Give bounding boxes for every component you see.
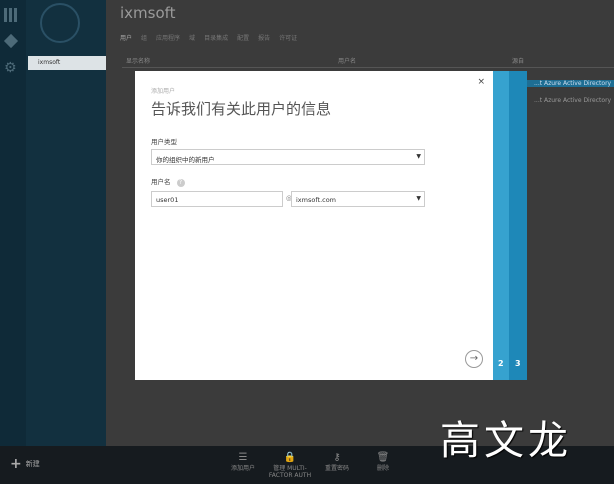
back-button[interactable] [40,3,80,43]
gear-icon[interactable]: ⚙ [4,60,17,76]
close-button[interactable]: × [477,77,485,87]
watermark: 高文龙 [440,418,572,464]
chevron-down-icon: ▼ [416,195,421,202]
nav-item-directory[interactable]: ixmsoft [28,56,106,70]
tab-apps[interactable]: 应用程序 [156,33,180,42]
user-type-label: 用户类型 [151,138,177,146]
add-user-button[interactable]: ☰ 添加用户 [218,452,268,472]
dialog-breadcrumb: 添加用户 [151,88,176,95]
add-user-dialog: × 添加用户 告诉我们有关此用户的信息 用户类型 你的组织中的新用户 ▼ 用户名… [135,71,493,380]
app-rail: ⚙ [0,0,26,446]
tab-domains[interactable]: 域 [189,33,195,42]
manage-mfa-button[interactable]: 🔒 管理 MULTI-FACTOR AUTH [265,452,315,479]
tab-users[interactable]: 用户 [120,33,132,42]
dialog-heading: 告诉我们有关此用户的信息 [151,100,332,118]
user-type-value: 你的组织中的新用户 [156,156,215,164]
key-icon: ⚷ [333,452,341,463]
add-user-label: 添加用户 [230,465,255,472]
table-header: 显示名称 用户名 源自 [122,56,614,68]
tab-licenses[interactable]: 许可证 [279,33,297,42]
chevron-down-icon: ▼ [416,153,421,160]
grid-icon[interactable] [4,8,18,22]
tab-configure[interactable]: 配置 [237,33,249,42]
plus-icon: + [10,456,22,472]
tab-reports[interactable]: 报告 [258,33,270,42]
reset-password-button[interactable]: ⚷ 重置密码 [312,452,362,472]
tab-bar: 用户 组 应用程序 域 目录集成 配置 报告 许可证 [120,33,297,42]
table-row[interactable]: ...t Azure Active Directory [526,80,614,87]
user-type-select[interactable]: 你的组织中的新用户 ▼ [151,149,425,165]
domain-select[interactable]: ixmsoft.com ▼ [291,191,425,207]
domain-value: ixmsoft.com [296,196,337,204]
diamond-icon[interactable] [3,33,19,49]
manage-mfa-label: 管理 MULTI-FACTOR AUTH [268,465,312,479]
next-button[interactable]: → [465,350,483,368]
new-button[interactable]: + 新建 [10,456,40,472]
page-title: ixmsoft [120,4,176,22]
reset-password-label: 重置密码 [324,465,349,472]
step-2[interactable]: 2 [498,359,504,368]
tab-groups[interactable]: 组 [141,33,147,42]
tab-directory-integration[interactable]: 目录集成 [204,33,228,42]
col-source[interactable]: 源自 [512,56,524,65]
lock-icon: 🔒 [283,452,297,463]
list-icon: ☰ [238,452,248,463]
username-input[interactable]: user01 [151,191,283,207]
username-label: 用户名 [151,178,171,186]
help-icon[interactable]: ? [176,179,185,187]
trash-icon: 🗑 [376,452,390,463]
new-label: 新建 [25,460,40,468]
delete-label: 删除 [376,465,389,472]
table-row[interactable]: ...t Azure Active Directory [526,97,614,104]
wizard-steps: 2 3 [493,71,527,380]
delete-button[interactable]: 🗑 删除 [358,452,408,472]
username-label-row: 用户名? [151,176,185,187]
step-2-panel [493,71,509,380]
col-display-name[interactable]: 显示名称 [126,56,150,65]
col-username[interactable]: 用户名 [338,56,356,65]
step-3[interactable]: 3 [515,359,521,368]
